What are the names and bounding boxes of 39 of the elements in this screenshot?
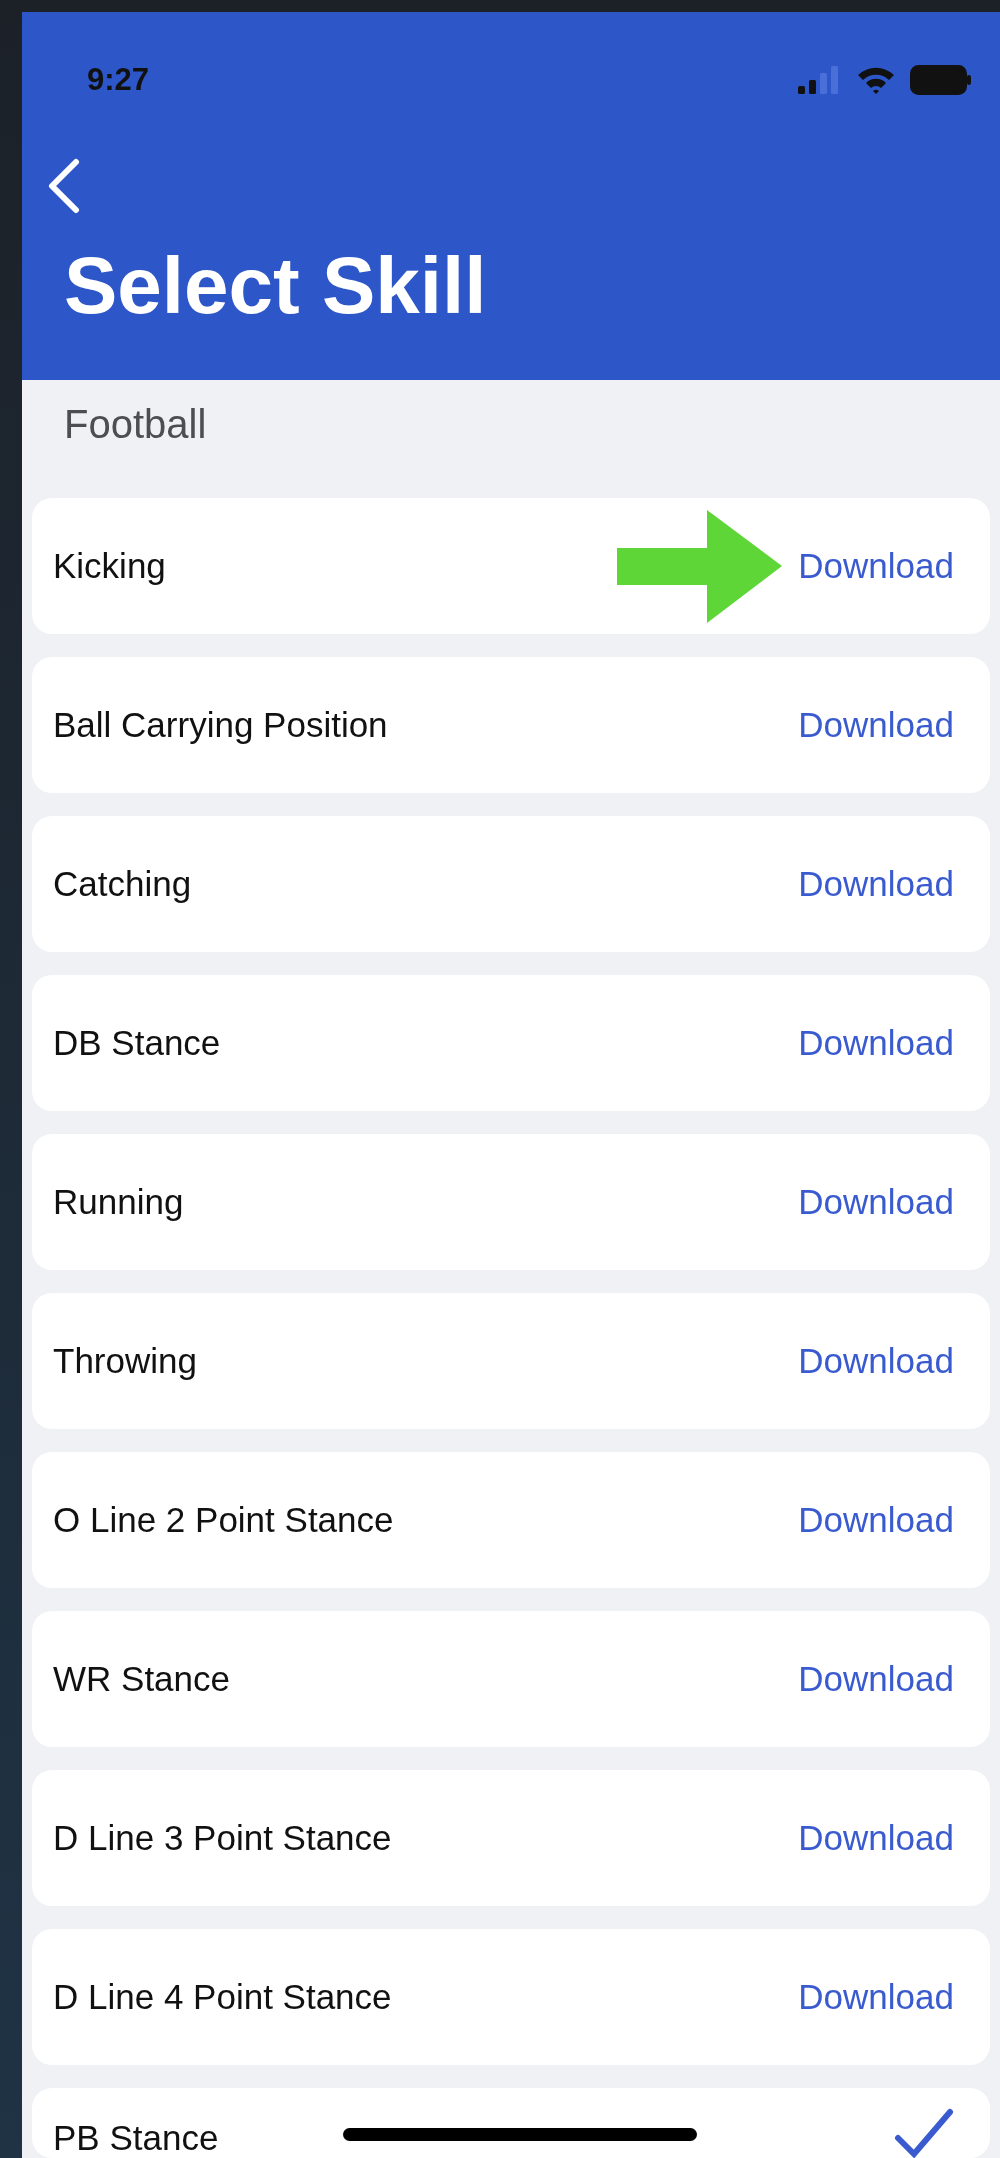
skill-name: D Line 4 Point Stance [53,1977,392,2017]
skill-name: D Line 3 Point Stance [53,1818,392,1858]
download-button[interactable]: Download [798,1023,954,1063]
download-button[interactable]: Download [798,1182,954,1222]
checkmark-icon [894,2108,954,2158]
skill-row[interactable]: O Line 2 Point Stance Download [32,1452,990,1588]
skill-row[interactable]: Throwing Download [32,1293,990,1429]
skill-row[interactable]: Ball Carrying Position Download [32,657,990,793]
wifi-icon [856,65,896,95]
skill-row[interactable]: D Line 4 Point Stance Download [32,1929,990,2065]
skill-row[interactable]: D Line 3 Point Stance Download [32,1770,990,1906]
skill-row[interactable]: Running Download [32,1134,990,1270]
skill-name: PB Stance [53,2118,219,2158]
download-button[interactable]: Download [798,864,954,904]
skill-name: WR Stance [53,1659,230,1699]
battery-icon [910,65,972,95]
skill-row[interactable]: DB Stance Download [32,975,990,1111]
skill-row[interactable]: WR Stance Download [32,1611,990,1747]
download-button[interactable]: Download [798,1659,954,1699]
skill-row[interactable]: Kicking Download [32,498,990,634]
skill-row[interactable]: Catching Download [32,816,990,952]
skill-name: Running [53,1182,184,1222]
download-button[interactable]: Download [798,1818,954,1858]
skill-name: O Line 2 Point Stance [53,1500,394,1540]
download-button[interactable]: Download [798,1341,954,1381]
status-time: 9:27 [87,62,150,98]
skill-name: DB Stance [53,1023,221,1063]
skill-row[interactable]: PB Stance [32,2088,990,2158]
skill-name: Catching [53,864,192,904]
skill-name: Throwing [53,1341,197,1381]
section-title: Football [63,401,208,449]
skill-name: Kicking [53,546,166,586]
download-button[interactable]: Download [798,1500,954,1540]
download-button[interactable]: Download [798,1977,954,2017]
page-title: Select Skill [64,246,488,326]
skill-name: Ball Carrying Position [53,705,388,745]
download-button[interactable]: Download [798,546,954,586]
back-icon[interactable] [46,158,82,214]
download-button[interactable]: Download [798,705,954,745]
